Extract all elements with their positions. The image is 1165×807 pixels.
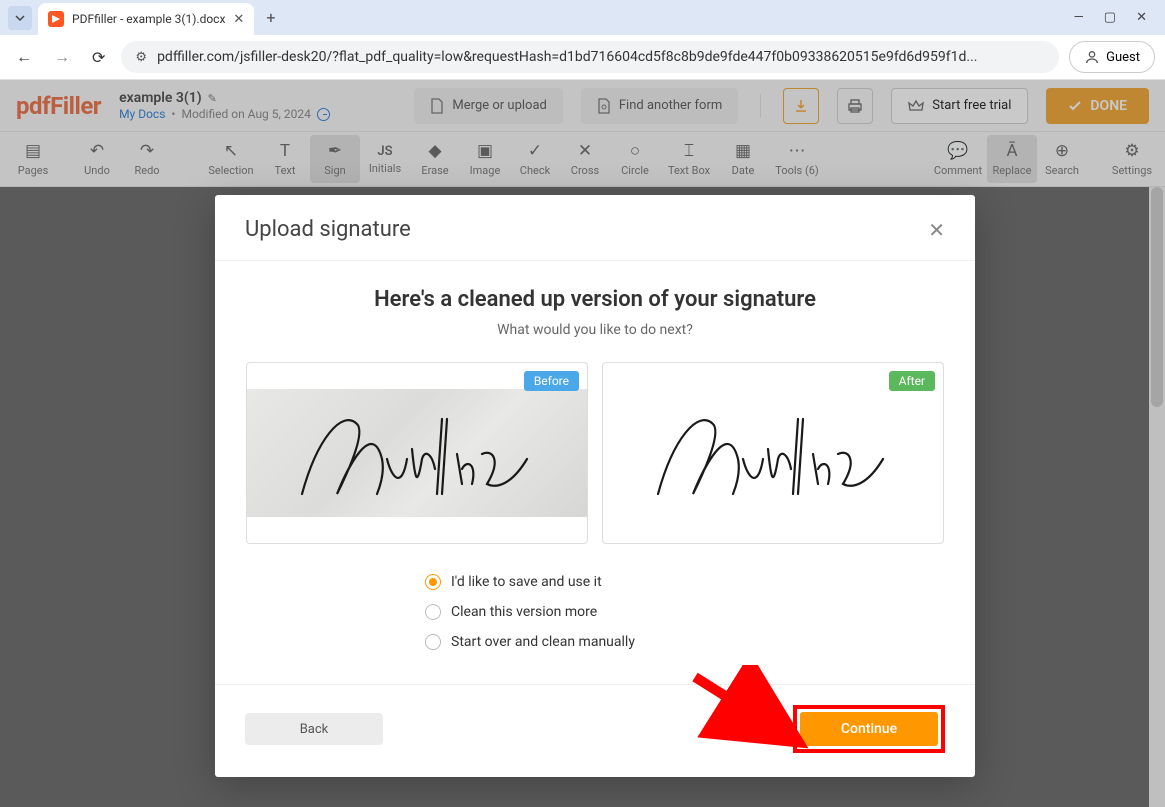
minimize-button[interactable]: — — [1074, 10, 1084, 25]
option-save-use[interactable]: I'd like to save and use it — [425, 574, 765, 590]
browser-tab-strip: PDFfiller - example 3(1).docx ✕ + — ▢ ✕ — [0, 0, 1165, 35]
site-settings-icon[interactable]: ⚙ — [135, 50, 147, 65]
browser-tab[interactable]: PDFfiller - example 3(1).docx ✕ — [38, 3, 254, 35]
back-button[interactable]: Back — [245, 713, 383, 745]
person-icon — [1084, 49, 1100, 65]
tab-search-dropdown[interactable] — [8, 6, 32, 30]
signature-before-box: Before — [246, 362, 588, 544]
url-bar[interactable]: ⚙ pdffiller.com/jsfiller-desk20/?flat_pd… — [121, 41, 1059, 73]
signature-after-image — [643, 399, 903, 519]
option-clean-more[interactable]: Clean this version more — [425, 604, 765, 620]
close-window-button[interactable]: ✕ — [1136, 10, 1147, 25]
before-badge: Before — [524, 371, 579, 391]
radio-unselected[interactable] — [425, 604, 441, 620]
reload-icon[interactable]: ⟳ — [86, 44, 111, 71]
new-tab-button[interactable]: + — [266, 8, 275, 27]
modal-heading: Here's a cleaned up version of your sign… — [245, 287, 945, 312]
tab-close-icon[interactable]: ✕ — [233, 12, 244, 27]
forward-nav-icon: → — [48, 43, 76, 71]
continue-button[interactable]: Continue — [800, 712, 938, 746]
modal-subtext: What would you like to do next? — [245, 322, 945, 338]
modal-footer: Back Continue — [215, 684, 975, 777]
signature-compare: Before After — [245, 362, 945, 544]
radio-unselected[interactable] — [425, 634, 441, 650]
signature-options: I'd like to save and use it Clean this v… — [425, 574, 765, 650]
upload-signature-modal: Upload signature ✕ Here's a cleaned up v… — [215, 195, 975, 777]
signature-after-box: After — [602, 362, 944, 544]
maximize-button[interactable]: ▢ — [1104, 10, 1116, 25]
profile-button[interactable]: Guest — [1069, 41, 1155, 73]
after-badge: After — [889, 371, 935, 391]
tab-title: PDFfiller - example 3(1).docx — [72, 12, 225, 26]
window-controls: — ▢ ✕ — [1074, 10, 1157, 25]
option-start-over[interactable]: Start over and clean manually — [425, 634, 765, 650]
radio-selected[interactable] — [425, 574, 441, 590]
back-nav-icon[interactable]: ← — [10, 43, 38, 71]
url-text: pdffiller.com/jsfiller-desk20/?flat_pdf_… — [157, 49, 977, 65]
modal-header: Upload signature ✕ — [215, 195, 975, 261]
signature-before-image — [287, 399, 547, 519]
browser-nav-bar: ← → ⟳ ⚙ pdffiller.com/jsfiller-desk20/?f… — [0, 35, 1165, 80]
modal-close-icon[interactable]: ✕ — [928, 218, 945, 242]
modal-title: Upload signature — [245, 217, 411, 242]
modal-body: Here's a cleaned up version of your sign… — [215, 261, 975, 684]
pdffiller-favicon — [48, 11, 64, 27]
continue-highlight: Continue — [793, 705, 945, 753]
